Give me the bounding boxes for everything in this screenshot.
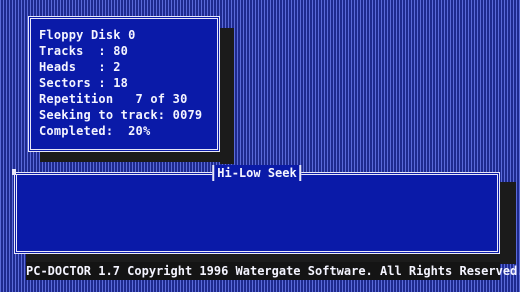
completed-line: Completed: 20% — [39, 124, 151, 138]
copyright-status-bar: PC-DOCTOR 1.7 Copyright 1996 Watergate S… — [26, 262, 520, 280]
seek-panel-title: Hi-Low Seek — [212, 165, 302, 181]
info-panel-shadow-bottom — [40, 152, 234, 162]
heads-line: Heads : 2 — [39, 60, 121, 74]
floppy-test-info-panel: Floppy Disk 0 Tracks : 80 Heads : 2 Sect… — [28, 16, 220, 152]
sectors-line: Sectors : 18 — [39, 76, 129, 90]
info-panel-shadow — [220, 28, 234, 164]
seeking-track-line: Seeking to track: 0079 — [39, 108, 203, 122]
window-corner-marker — [12, 169, 16, 175]
seek-panel-shadow-bottom — [26, 254, 516, 262]
info-lines: Floppy Disk 0 Tracks : 80 Heads : 2 Sect… — [39, 27, 202, 139]
hi-low-seek-panel: Hi-Low Seek — [12, 165, 500, 254]
tracks-line: Tracks : 80 — [39, 44, 129, 58]
drive-name-line: Floppy Disk 0 — [39, 28, 136, 42]
repetition-line: Repetition 7 of 30 — [39, 92, 188, 106]
seek-panel-shadow — [500, 182, 516, 264]
